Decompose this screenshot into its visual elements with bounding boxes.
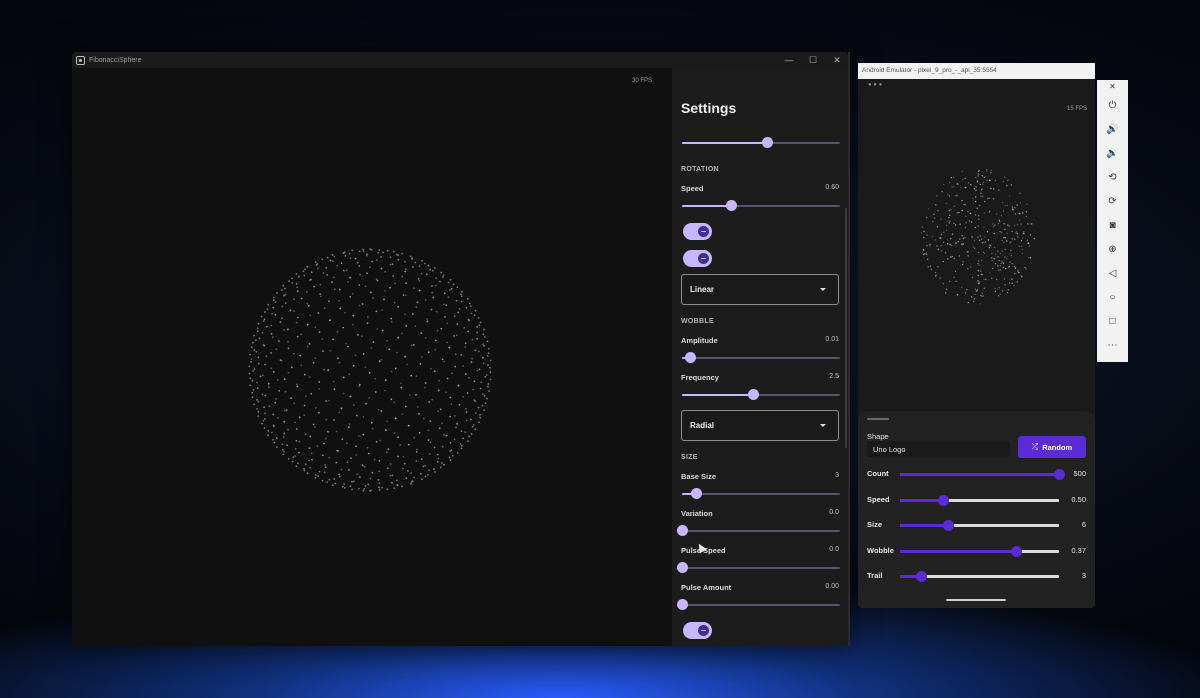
random-button[interactable]: ⤮ Random: [1018, 436, 1086, 458]
amplitude-label: Amplitude: [681, 336, 718, 345]
shape-input[interactable]: Uno Logo: [867, 441, 1010, 457]
variation-value: 0.0: [829, 509, 839, 516]
volume-up-icon[interactable]: 🔊: [1097, 124, 1128, 135]
section-rotation: ROTATION: [681, 166, 719, 173]
title-bar[interactable]: FibonacciSphere — ☐ ✕: [72, 52, 848, 68]
gesture-home-bar[interactable]: [946, 599, 1006, 601]
speed-slider[interactable]: [682, 200, 840, 211]
rotate-left-icon[interactable]: ⟲: [1097, 172, 1128, 183]
more-icon[interactable]: ⋯: [1097, 340, 1128, 351]
amplitude-slider[interactable]: [682, 352, 840, 363]
zoom-icon[interactable]: ⊕: [1097, 244, 1128, 255]
volume-down-icon[interactable]: 🔉: [1097, 148, 1128, 159]
window-title: FibonacciSphere: [89, 56, 142, 64]
close-emulator-icon[interactable]: ✕: [1097, 82, 1128, 91]
speed-value: 0.60: [825, 184, 839, 191]
variation-slider[interactable]: [677, 525, 840, 536]
base-size-label: Base Size: [681, 472, 717, 481]
emu-trail-value: 3: [1081, 571, 1086, 580]
back-icon[interactable]: ◁: [1097, 268, 1128, 279]
pulse-speed-slider[interactable]: [677, 562, 840, 573]
amplitude-value: 0.01: [825, 336, 839, 343]
section-size: SIZE: [681, 454, 698, 461]
overview-icon[interactable]: □: [1097, 316, 1128, 327]
fps-counter: 30 FPS: [632, 78, 653, 84]
chevron-down-icon: [820, 424, 826, 427]
emu-wobble-label: Wobble: [867, 546, 894, 555]
window-divider: [848, 52, 850, 646]
rotate-right-icon[interactable]: ⟳: [1097, 196, 1128, 207]
emu-speed-slider[interactable]: [900, 495, 1059, 506]
close-button[interactable]: ✕: [832, 55, 842, 66]
minimize-button[interactable]: —: [784, 55, 794, 65]
particle-cloud: [920, 169, 1036, 305]
pulse-amount-value: 0.00: [825, 583, 839, 590]
emu-wobble-slider[interactable]: [900, 546, 1059, 557]
power-icon[interactable]: ⏻: [1097, 100, 1128, 111]
emu-trail-label: Trail: [867, 571, 883, 580]
emulator-toolbar: ✕ ⏻ 🔊 🔉 ⟲ ⟳ ◙ ⊕ ◁ ○ □ ⋯: [1097, 80, 1128, 362]
home-icon[interactable]: ○: [1097, 292, 1128, 303]
emu-count-value: 500: [1073, 469, 1086, 478]
rotation-toggle-1[interactable]: [683, 223, 712, 240]
wobble-mode-selected: Radial: [690, 421, 715, 430]
emu-wobble-value: 0.37: [1071, 546, 1086, 555]
easing-selected: Linear: [690, 285, 715, 294]
section-wobble: WOBBLE: [681, 318, 714, 325]
size-toggle[interactable]: [683, 622, 712, 639]
emu-count-label: Count: [867, 469, 889, 478]
app-icon: [76, 55, 85, 65]
emulator-screen[interactable]: ● ● ● 15 FPS Shape Uno Logo ⤮ Random Cou…: [858, 79, 1095, 608]
emu-count-slider[interactable]: [900, 469, 1065, 480]
speed-label: Speed: [681, 184, 704, 193]
base-size-slider[interactable]: [682, 488, 840, 499]
settings-panel: Settings ROTATION Speed 0.60 Linear WOBB…: [672, 68, 848, 646]
settings-title: Settings: [681, 100, 737, 116]
emulator-title-bar[interactable]: Android Emulator - pixel_9_pro_-_api_35:…: [858, 63, 1095, 79]
sheet-drag-handle[interactable]: [867, 418, 889, 420]
shape-input-value: Uno Logo: [873, 445, 906, 454]
emu-speed-value: 0.50: [1071, 495, 1086, 504]
emu-size-value: 6: [1081, 520, 1086, 529]
random-button-label: Random: [1042, 442, 1073, 452]
maximize-button[interactable]: ☐: [808, 55, 818, 66]
emu-size-slider[interactable]: [900, 520, 1059, 531]
pulse-speed-value: 0.0: [829, 546, 839, 553]
emu-trail-slider[interactable]: [900, 571, 1059, 582]
wobble-mode-dropdown[interactable]: Radial: [681, 410, 839, 441]
frequency-label: Frequency: [681, 373, 719, 382]
shuffle-icon: ⤮: [1031, 442, 1039, 451]
easing-dropdown[interactable]: Linear: [681, 274, 839, 305]
frequency-slider[interactable]: [682, 389, 840, 400]
frequency-value: 2.5: [829, 373, 839, 380]
count-slider[interactable]: [682, 137, 840, 148]
shape-label: Shape: [867, 432, 889, 441]
render-canvas[interactable]: [72, 68, 672, 646]
fibonacci-sphere: [248, 248, 492, 492]
camera-icon[interactable]: ◙: [1097, 220, 1128, 231]
pulse-amount-label: Pulse Amount: [681, 583, 732, 592]
emulator-title: Android Emulator - pixel_9_pro_-_api_35:…: [862, 67, 997, 74]
rotation-toggle-2[interactable]: [683, 250, 712, 267]
chevron-down-icon: [820, 288, 826, 291]
settings-scrollbar[interactable]: [845, 208, 847, 448]
emu-size-label: Size: [867, 520, 883, 529]
base-size-value: 3: [835, 472, 839, 479]
emu-speed-label: Speed: [867, 495, 890, 504]
main-window: FibonacciSphere — ☐ ✕ 30 FPS Settings RO…: [72, 52, 848, 646]
pulse-amount-slider[interactable]: [677, 599, 840, 610]
variation-label: Variation: [681, 509, 713, 518]
controls-sheet: Shape Uno Logo ⤮ Random Count 500 Speed …: [858, 411, 1095, 608]
